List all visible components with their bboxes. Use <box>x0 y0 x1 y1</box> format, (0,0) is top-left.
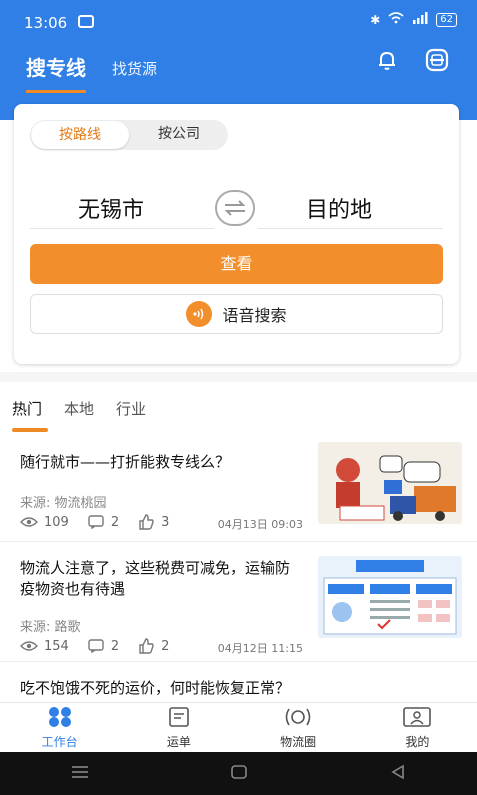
route-search-card: 按路线 按公司 无锡市 目的地 查看 语音搜索 <box>14 104 459 364</box>
comment-count: 2 <box>110 514 120 530</box>
scan-icon[interactable] <box>423 46 451 74</box>
nav-label: 运单 <box>166 734 191 749</box>
news-thumbnail[interactable] <box>318 442 462 524</box>
home-icon[interactable] <box>230 764 248 784</box>
news-tab-local[interactable]: 本地 <box>64 398 94 419</box>
nav-waybill[interactable]: 运单 <box>119 703 238 752</box>
wifi-icon <box>388 12 404 27</box>
nav-label: 工作台 <box>41 734 78 749</box>
news-title[interactable]: 物流人注意了，这些税费可减免，运输防疫物资也有待遇 <box>20 558 300 600</box>
view-count: 109 <box>44 514 69 530</box>
nav-label: 物流圈 <box>280 734 317 749</box>
tab-find-cargo[interactable]: 找货源 <box>112 58 157 81</box>
nav-workbench[interactable]: 工作台 <box>0 703 119 752</box>
like-count: 3 <box>161 514 170 530</box>
thumbs-up-icon[interactable] <box>137 638 155 654</box>
origin-city[interactable]: 无锡市 <box>78 192 144 224</box>
origin-underline <box>30 228 214 229</box>
section-divider <box>0 372 477 382</box>
news-tab-indicator <box>12 428 48 432</box>
thumbs-up-icon[interactable] <box>137 514 155 530</box>
eye-icon <box>20 638 38 654</box>
like-count: 2 <box>161 638 170 654</box>
menu-icon[interactable] <box>71 764 89 783</box>
voice-search-button[interactable]: 语音搜索 <box>30 294 443 334</box>
destination-underline <box>258 228 443 229</box>
header-actions <box>373 46 451 74</box>
nav-label: 我的 <box>405 734 430 749</box>
voice-icon <box>186 301 213 327</box>
search-mode-toggle: 按路线 按公司 <box>30 120 228 150</box>
status-time: 13:06 <box>24 14 68 32</box>
view-button[interactable]: 查看 <box>30 244 443 284</box>
header-tabs: 搜专线 找货源 <box>26 52 157 93</box>
bottom-nav: 工作台 运单 物流圈 我的 <box>0 702 477 752</box>
view-count: 154 <box>44 638 69 654</box>
message-icon <box>78 15 94 28</box>
mode-by-company[interactable]: 按公司 <box>130 120 228 150</box>
comment-icon[interactable] <box>87 638 105 654</box>
app-header: 13:06 ✱ 62 搜专线 找货源 <box>0 0 477 120</box>
news-source: 来源: 物流桃园 <box>20 496 107 511</box>
news-tab-hot[interactable]: 热门 <box>12 398 42 419</box>
comment-icon[interactable] <box>87 514 105 530</box>
bluetooth-icon: ✱ <box>370 12 381 27</box>
broadcast-icon <box>283 706 313 731</box>
news-meta: 109 2 3 <box>20 514 187 530</box>
grid-icon <box>48 706 72 731</box>
nav-mine[interactable]: 我的 <box>358 703 477 752</box>
bell-icon[interactable] <box>373 46 401 74</box>
news-tabs: 热门 本地 行业 <box>12 398 146 419</box>
news-title[interactable]: 吃不饱饿不死的运价，何时能恢复正常？ <box>20 678 420 699</box>
news-thumbnail[interactable] <box>318 556 462 638</box>
eye-icon <box>20 514 38 530</box>
status-icons: ✱ 62 <box>370 12 457 27</box>
news-meta: 154 2 2 <box>20 638 187 654</box>
news-tab-industry[interactable]: 行业 <box>116 398 146 419</box>
destination-city[interactable]: 目的地 <box>306 192 372 224</box>
comment-count: 2 <box>110 638 120 654</box>
system-nav-bar <box>0 752 477 795</box>
profile-icon <box>402 706 432 731</box>
news-date: 04月13日 09:03 <box>217 518 303 531</box>
news-item[interactable]: 随行就市——打折能救专线么？ 来源: 物流桃园 109 2 3 04月13日 0… <box>0 436 477 542</box>
waybill-icon <box>167 706 191 731</box>
voice-search-label: 语音搜索 <box>222 306 287 325</box>
swap-icon[interactable] <box>215 190 255 226</box>
news-source: 来源: 路歌 <box>20 620 81 635</box>
news-title[interactable]: 随行就市——打折能救专线么？ <box>20 452 300 473</box>
status-bar: 13:06 ✱ 62 <box>0 0 477 44</box>
mode-by-route[interactable]: 按路线 <box>31 121 129 149</box>
tab-search-line[interactable]: 搜专线 <box>26 52 86 93</box>
battery-icon: 62 <box>436 12 457 27</box>
news-date: 04月12日 11:15 <box>217 642 303 655</box>
news-item[interactable]: 吃不饱饿不死的运价，何时能恢复正常？ <box>0 662 477 702</box>
signal-icon <box>412 12 428 27</box>
news-item[interactable]: 物流人注意了，这些税费可减免，运输防疫物资也有待遇 来源: 路歌 154 2 2… <box>0 542 477 662</box>
nav-logistics-circle[interactable]: 物流圈 <box>239 703 358 752</box>
back-icon[interactable] <box>390 764 406 784</box>
